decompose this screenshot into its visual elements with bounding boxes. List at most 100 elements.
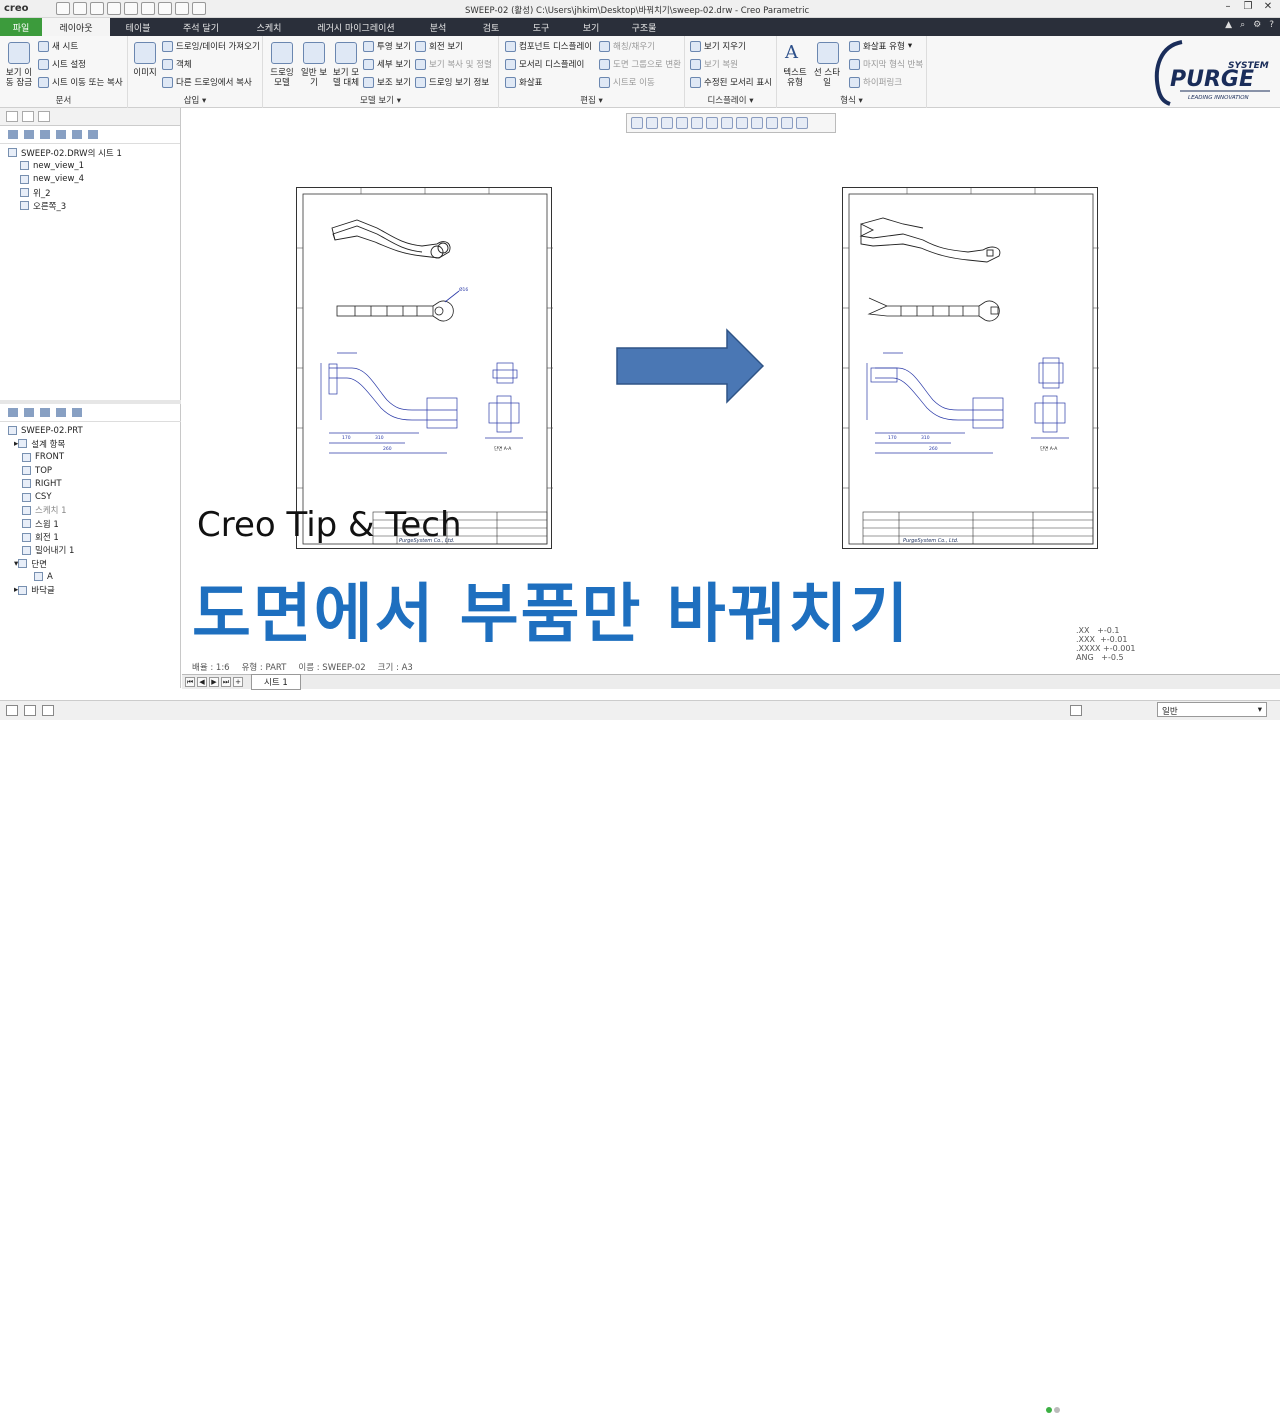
tree-item-feature[interactable]: ▸ 설계 항목	[8, 437, 181, 450]
detailed-view-button[interactable]: 세부 보기	[363, 58, 411, 70]
object-button[interactable]: 객체	[162, 58, 192, 70]
drawing-model-icon[interactable]	[271, 42, 293, 64]
drawing-sheet-after[interactable]: 170 310 260 단면 A-A PurgeSystem Co., Ltd.	[842, 187, 1099, 549]
replace-view-model-icon[interactable]	[335, 42, 357, 64]
drawing-sheet-before[interactable]: Ø16 170 310 260 단면 A-A PurgeSystem Co., …	[296, 187, 553, 549]
tree-root-sheet[interactable]: SWEEP-02.DRW의 시트 1	[8, 146, 180, 159]
tree-item-feature[interactable]: FRONT	[8, 451, 181, 464]
tree-item-feature[interactable]: 스윕 1	[8, 517, 181, 530]
arrow-style-button[interactable]: 화살표 유형 ▾	[849, 40, 912, 52]
tree-item-view[interactable]: new_view_4	[8, 173, 180, 186]
regenerate-icon[interactable]	[158, 2, 172, 15]
text-style-button[interactable]: 텍스트 유형	[779, 68, 811, 88]
tree-show-icon[interactable]	[24, 130, 34, 139]
last-sheet-icon[interactable]: ⏭	[221, 677, 231, 687]
general-view-icon[interactable]	[303, 42, 325, 64]
lock-view-move-button[interactable]: 보기 이 동 잠금	[2, 68, 36, 88]
find-icon[interactable]	[1070, 705, 1082, 716]
datum-display-icon[interactable]	[736, 117, 748, 129]
navigator-toggle-icon[interactable]	[6, 705, 18, 716]
annotation-display-icon[interactable]	[751, 117, 763, 129]
move-copy-sheet-button[interactable]: 시트 이동 또는 복사	[38, 76, 123, 88]
zoom-out-icon[interactable]	[661, 117, 673, 129]
drawing-model-button[interactable]: 드로잉 모델	[267, 68, 297, 88]
hyperlink-button[interactable]: 하이퍼링크	[849, 76, 902, 88]
part-tree-icon[interactable]	[8, 408, 18, 417]
import-data-button[interactable]: 드로잉/데이터 가져오기	[162, 40, 260, 52]
add-sheet-icon[interactable]: +	[233, 677, 243, 687]
modified-edges-button[interactable]: 수정된 모서리 표시	[690, 76, 772, 88]
tree-item-feature[interactable]: RIGHT	[8, 477, 181, 490]
tree-item-view[interactable]: 위_2	[8, 186, 180, 199]
tab-review[interactable]: 검토	[466, 18, 516, 36]
prev-sheet-icon[interactable]: ◀	[197, 677, 207, 687]
erase-view-button[interactable]: 보기 지우기	[690, 40, 746, 52]
tab-layout[interactable]: 레이아웃	[42, 18, 110, 36]
tree-filter-icon[interactable]	[8, 130, 18, 139]
tree-item-feature[interactable]: 스케치 1	[8, 504, 181, 517]
line-style-icon[interactable]	[817, 42, 839, 64]
display-style-icon[interactable]	[691, 117, 703, 129]
model-tree-tab-icon[interactable]	[6, 111, 18, 122]
image-icon[interactable]	[134, 42, 156, 64]
zoom-in-icon[interactable]	[646, 117, 658, 129]
part-settings-icon[interactable]	[40, 408, 50, 417]
lock-view-icon[interactable]	[8, 42, 30, 64]
arrow-up-icon[interactable]: ▲	[1225, 20, 1232, 30]
tree-item-feature[interactable]: A	[8, 570, 181, 583]
tree-expand-icon[interactable]	[72, 130, 82, 139]
tree-item-view[interactable]: new_view_1	[8, 159, 180, 172]
browser-toggle-icon[interactable]	[24, 705, 36, 716]
copy-from-drawing-button[interactable]: 다른 드로잉에서 복사	[162, 76, 252, 88]
next-sheet-icon[interactable]: ▶	[209, 677, 219, 687]
revolved-view-button[interactable]: 회전 보기	[415, 40, 463, 52]
tree-settings-icon[interactable]	[40, 130, 50, 139]
hatch-fill-button[interactable]: 해칭/채우기	[599, 40, 655, 52]
tab-framework[interactable]: 구조물	[616, 18, 672, 36]
part-columns-icon[interactable]	[56, 408, 66, 417]
repeat-format-button[interactable]: 마지막 형식 반복	[849, 58, 923, 70]
sheet-setup-button[interactable]: 시트 설정	[38, 58, 86, 70]
csys-display-icon[interactable]	[781, 117, 793, 129]
tab-legacy-migration[interactable]: 레거시 마이그레이션	[302, 18, 410, 36]
tree-item-feature[interactable]: 회전 1	[8, 530, 181, 543]
view-manager-icon[interactable]	[721, 117, 733, 129]
undo-icon[interactable]	[107, 2, 121, 15]
point-display-icon[interactable]	[796, 117, 808, 129]
line-style-button[interactable]: 선 스타 일	[811, 68, 843, 88]
refit-icon[interactable]	[631, 117, 643, 129]
tree-item-feature[interactable]: 밀어내기 1	[8, 544, 181, 557]
close-window-icon[interactable]	[192, 2, 206, 15]
select-box-icon[interactable]	[141, 2, 155, 15]
component-display-button[interactable]: 컴포넌트 디스플레이	[505, 40, 592, 52]
arrow-button[interactable]: 화살표	[505, 76, 542, 88]
help-icon[interactable]: ?	[1269, 20, 1274, 30]
tree-item-view[interactable]: 오른쪽_3	[8, 199, 180, 212]
settings-icon[interactable]: ⚙	[1253, 20, 1261, 30]
tree-item-feature[interactable]: ▸ 바닥글	[8, 584, 181, 597]
replace-view-model-button[interactable]: 보기 모 델 대체	[331, 68, 361, 88]
minimize-icon[interactable]: –	[1220, 1, 1236, 15]
redo-icon[interactable]	[124, 2, 138, 15]
saved-orientations-icon[interactable]	[706, 117, 718, 129]
tree-item-feature[interactable]: TOP	[8, 464, 181, 477]
tab-sketch[interactable]: 스케치	[236, 18, 302, 36]
search-icon[interactable]: ⌕	[1240, 20, 1245, 30]
part-show-icon[interactable]	[72, 408, 82, 417]
tab-annotate[interactable]: 주석 달기	[166, 18, 236, 36]
restore-view-button[interactable]: 보기 복원	[690, 58, 738, 70]
tree-item-feature[interactable]: CSY	[8, 490, 181, 503]
image-button[interactable]: 이미지	[130, 68, 160, 78]
save-icon[interactable]	[90, 2, 104, 15]
folder-browser-tab-icon[interactable]	[22, 111, 34, 122]
tab-table[interactable]: 테이블	[110, 18, 166, 36]
text-style-icon[interactable]: A	[785, 42, 807, 64]
auxiliary-view-button[interactable]: 보조 보기	[363, 76, 411, 88]
tab-file[interactable]: 파일	[0, 18, 42, 36]
new-file-icon[interactable]	[56, 2, 70, 15]
edge-display-button[interactable]: 모서리 디스플레이	[505, 58, 584, 70]
drawing-view-info-button[interactable]: 드로잉 보기 정보	[415, 76, 489, 88]
tab-analysis[interactable]: 분석	[410, 18, 466, 36]
tree-root-part[interactable]: SWEEP-02.PRT	[8, 424, 181, 437]
tree-columns-icon[interactable]	[56, 130, 66, 139]
